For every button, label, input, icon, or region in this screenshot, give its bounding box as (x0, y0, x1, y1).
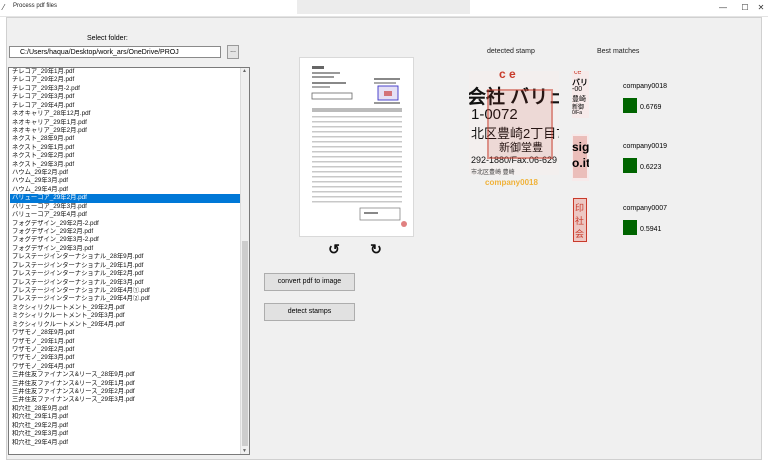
file-list-item[interactable]: ワザモノ_29年4月.pdf (10, 363, 242, 371)
file-list-item[interactable]: 和穴社_28年9月.pdf (10, 405, 242, 413)
match-company-name: company0019 (623, 143, 667, 150)
title-bar-tab-strip (297, 0, 470, 14)
file-list-item[interactable]: ワザモノ_29年1月.pdf (10, 338, 242, 346)
file-list: チレコア_29年1月.pdf チレコア_29年2月.pdf チレコア_29年3月-2… (10, 68, 242, 447)
match-snippet: sign (572, 140, 589, 154)
pdf-page-preview (299, 57, 414, 237)
stamp-line: c e (499, 71, 516, 81)
file-list-item[interactable]: 和穴社_29年1月.pdf (10, 413, 242, 421)
rotate-right-button[interactable]: ↻ (368, 240, 384, 258)
minimize-button[interactable]: — (712, 0, 734, 15)
file-list-item[interactable]: ワザモノ_29年3月.pdf (10, 354, 242, 362)
file-list-item[interactable]: ミクシィリクルートメント_29年4月.pdf (10, 321, 242, 329)
file-list-item[interactable]: ネオキャリア_29年1月.pdf (10, 119, 242, 127)
match-snippet: 会 (575, 229, 585, 239)
match-score-swatch (623, 98, 637, 113)
folder-path-input[interactable]: C:/Users/haqua/Desktop/work_ars/OneDrive… (9, 46, 221, 58)
scroll-up-arrow-icon[interactable]: ▲ (242, 68, 247, 74)
file-list-item[interactable]: ネオキャリア_29年2月.pdf (10, 127, 242, 135)
file-list-item[interactable]: バリューコア_29年3月.pdf (10, 203, 242, 211)
listbox-scrollbar[interactable]: ▲ ▼ (240, 68, 249, 454)
match-score-swatch (623, 158, 637, 173)
match-snippet: ce (574, 71, 582, 76)
file-list-item[interactable]: ネクスト_28年9月.pdf (10, 135, 242, 143)
best-matches-header: Best matches (597, 48, 640, 55)
select-folder-label: Select folder: (87, 35, 128, 42)
match-score: 0.6223 (640, 164, 662, 171)
file-list-item[interactable]: 和穴社_29年3月.pdf (10, 430, 242, 438)
file-list-item[interactable]: チレコア_29年3月-2.pdf (10, 85, 242, 93)
detect-stamps-button[interactable]: detect stamps (264, 303, 355, 321)
match-score-swatch (623, 220, 637, 235)
file-list-item[interactable]: ミクシィリクルートメント_29年2月.pdf (10, 304, 242, 312)
detected-stamp-header: detected stamp (487, 48, 535, 55)
file-list-item[interactable]: 三井住友ファイナンス&リース_28年9月.pdf (10, 371, 242, 379)
file-list-item[interactable]: フォグデザイン_29年2月-2.pdf (10, 220, 242, 228)
stamp-line: 市北区豊崎 豊崎 (471, 170, 515, 175)
file-list-item[interactable]: プレステージインターナショナル_28年9月.pdf (10, 253, 242, 261)
file-list-item[interactable]: ハウム_29年4月.pdf (10, 186, 242, 194)
scrollbar-thumb[interactable] (242, 241, 248, 446)
match-score: 0.6769 (640, 104, 662, 111)
file-list-item[interactable]: プレステージインターナショナル_29年4月②.pdf (10, 295, 242, 303)
file-list-item[interactable]: ネクスト_29年2月.pdf (10, 152, 242, 160)
match-snippet: o.itd. (572, 156, 589, 170)
invoice-thumbnail (300, 58, 413, 236)
match-snippet: 0/Fa (572, 110, 583, 116)
file-listbox[interactable]: チレコア_29年1月.pdf チレコア_29年2月.pdf チレコア_29年3月-2… (8, 67, 250, 455)
file-list-item[interactable]: チレコア_29年3月.pdf (10, 93, 242, 101)
match-snippet: 印 (575, 203, 585, 213)
file-list-item[interactable]: ネクスト_29年1月.pdf (10, 144, 242, 152)
match-image-3: 印 社 会 (572, 197, 589, 244)
window-title: Process pdf files (13, 3, 58, 9)
file-list-item[interactable]: ハウム_29年2月.pdf (10, 169, 242, 177)
file-list-item[interactable]: 和穴社_29年4月.pdf (10, 439, 242, 447)
file-list-item[interactable]: フォグデザイン_29年3月-2.pdf (10, 236, 242, 244)
feather-icon: ⁄ (3, 3, 5, 12)
file-list-item[interactable]: ネオキャリア_28年12月.pdf (10, 110, 242, 118)
file-list-item[interactable]: プレステージインターナショナル_29年2月.pdf (10, 270, 242, 278)
stamp-seal-overlay (487, 89, 553, 159)
file-list-item[interactable]: プレステージインターナショナル_29年4月①.pdf (10, 287, 242, 295)
file-list-item[interactable]: プレステージインターナショナル_29年3月.pdf (10, 279, 242, 287)
convert-pdf-button[interactable]: convert pdf to image (264, 273, 355, 291)
match-image-1: ce バリ -00 豊崎 新御 0/Fa (572, 71, 589, 118)
match-snippet: -00 (572, 86, 583, 93)
file-list-item[interactable]: 三井住友ファイナンス&リース_29年3月.pdf (10, 396, 242, 404)
file-list-item[interactable]: バリューコア_29年2月.pdf (10, 194, 242, 203)
title-bar: ⁄ Process pdf files — ☐ ✕ (0, 0, 768, 17)
file-list-item[interactable]: ワザモノ_28年9月.pdf (10, 329, 242, 337)
file-list-item[interactable]: ハウム_29年3月.pdf (10, 177, 242, 185)
file-list-item[interactable]: 三井住友ファイナンス&リース_29年1月.pdf (10, 380, 242, 388)
detected-stamp-image: c e 会社 バリュー 1-0072 北区豊崎2丁目7 新御堂豊 292-188… (469, 71, 559, 175)
file-list-item[interactable]: チレコア_29年1月.pdf (10, 68, 242, 76)
match-image-2: sign o.itd. (572, 134, 589, 181)
scroll-down-arrow-icon[interactable]: ▼ (242, 448, 247, 454)
rotate-left-button[interactable]: ↺ (326, 240, 342, 258)
file-list-item[interactable]: フォグデザイン_29年3月.pdf (10, 245, 242, 253)
file-list-item[interactable]: バリューコア_29年4月.pdf (10, 211, 242, 219)
detected-company-label: company0018 (485, 178, 538, 187)
match-company-name: company0007 (623, 205, 667, 212)
file-list-item[interactable]: フォグデザイン_29年2月.pdf (10, 228, 242, 236)
match-score: 0.5941 (640, 226, 662, 233)
file-list-item[interactable]: ネクスト_29年3月.pdf (10, 161, 242, 169)
file-list-item[interactable]: ミクシィリクルートメント_29年3月.pdf (10, 312, 242, 320)
browse-button[interactable]: ... (227, 45, 239, 59)
file-list-item[interactable]: 和穴社_29年2月.pdf (10, 422, 242, 430)
close-button[interactable]: ✕ (750, 0, 768, 15)
file-list-item[interactable]: チレコア_29年4月.pdf (10, 102, 242, 110)
file-list-item[interactable]: チレコア_29年2月.pdf (10, 76, 242, 84)
file-list-item[interactable]: プレステージインターナショナル_29年1月.pdf (10, 262, 242, 270)
file-list-item[interactable]: 三井住友ファイナンス&リース_29年2月.pdf (10, 388, 242, 396)
match-company-name: company0018 (623, 83, 667, 90)
match-snippet: 社 (575, 216, 585, 226)
file-list-item[interactable]: ワザモノ_29年2月.pdf (10, 346, 242, 354)
